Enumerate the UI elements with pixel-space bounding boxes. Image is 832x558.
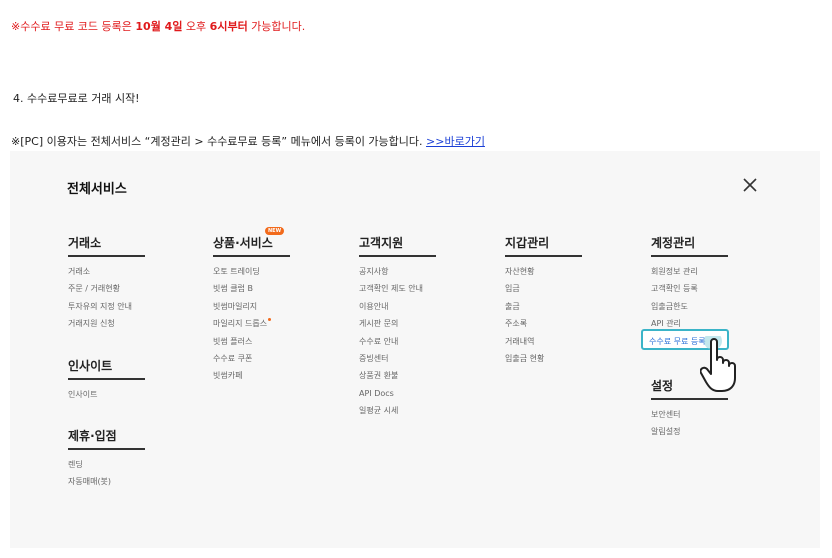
column-divider xyxy=(213,255,290,257)
column-heading-wrap: 상품·서비스 NEW xyxy=(213,227,293,250)
pc-note: ※[PC] 이용자는 전체서비스 “계정관리 > 수수료무료 등록” 메뉴에서 … xyxy=(11,133,485,149)
menu-item[interactable]: 오토 트레이딩 xyxy=(213,267,293,284)
menu-item-label: 마일리지 드롭스 xyxy=(213,319,268,329)
notice-prefix: ※수수료 무료 코드 등록은 xyxy=(11,20,136,33)
menu-column-wallet: 지갑관리 자산현황 입금 출금 주소록 거래내역 입출금 현황 xyxy=(505,234,585,371)
column-divider xyxy=(68,255,145,257)
menu-item[interactable]: 입금 xyxy=(505,284,585,301)
menu-column-support: 고객지원 공지사항 고객확인 제도 안내 이용안내 게시판 문의 수수료 안내 … xyxy=(359,234,439,424)
column-divider xyxy=(651,397,728,400)
menu-item[interactable]: 출금 xyxy=(505,302,585,319)
close-icon[interactable] xyxy=(741,176,759,194)
pc-note-text: ※[PC] 이용자는 전체서비스 “계정관리 > 수수료무료 등록” 메뉴에서 … xyxy=(11,135,427,148)
all-services-panel: 전체서비스 거래소 거래소 주문 / 거래현황 투자유의 지정 안내 거래지원 … xyxy=(10,151,820,548)
column-divider xyxy=(651,255,728,257)
column-heading: 계정관리 xyxy=(651,236,696,250)
menu-item[interactable]: 일평균 시세 xyxy=(359,406,439,423)
menu-item[interactable]: 고객확인 제도 안내 xyxy=(359,284,439,301)
shortcut-link[interactable]: >>바로가기 xyxy=(426,135,485,148)
menu-item[interactable]: 자산현황 xyxy=(505,267,585,284)
menu-item[interactable]: 거래소 xyxy=(68,267,148,284)
step-heading: 4. 수수료무료로 거래 시작! xyxy=(13,92,140,105)
menu-item[interactable]: 수수료 안내 xyxy=(359,337,439,354)
menu-item[interactable]: 보안센터 xyxy=(651,410,731,427)
menu-item[interactable]: 증빙센터 xyxy=(359,354,439,371)
menu-item[interactable]: 상품권 환불 xyxy=(359,371,439,388)
fee-free-registration-label: 수수료 무료 등록 xyxy=(649,337,706,346)
new-badge: NEW xyxy=(265,227,285,235)
column-heading: 인사이트 xyxy=(68,358,113,373)
notice-suffix: 가능합니다. xyxy=(247,20,306,33)
menu-item[interactable]: 빗썸카페 xyxy=(213,371,293,388)
column-divider xyxy=(68,377,145,380)
new-dot-icon xyxy=(268,318,272,322)
menu-column-exchange: 거래소 거래소 주문 / 거래현황 투자유의 지정 안내 거래지원 신청 인사이… xyxy=(68,234,148,495)
menu-item[interactable]: 주소록 xyxy=(505,319,585,336)
menu-item[interactable]: 입출금한도 xyxy=(651,302,731,319)
notice-registration-time: ※수수료 무료 코드 등록은 10월 4일 오후 6시부터 가능합니다. xyxy=(11,18,305,34)
menu-item[interactable]: 입출금 현황 xyxy=(505,354,585,371)
menu-item[interactable]: 렌딩 xyxy=(68,460,148,477)
hand-pointer-icon xyxy=(700,336,736,392)
menu-item[interactable]: 알림설정 xyxy=(651,427,731,444)
column-heading: 거래소 xyxy=(68,236,102,250)
menu-item[interactable]: 고객확인 등록 xyxy=(651,284,731,301)
panel-title: 전체서비스 xyxy=(67,182,127,197)
menu-column-products: 상품·서비스 NEW 오토 트레이딩 빗썸 클럽 B 빗썸마일리지 마일리지 드… xyxy=(213,227,293,389)
menu-item-mileage-drops[interactable]: 마일리지 드롭스 xyxy=(213,318,293,336)
column-divider xyxy=(505,255,582,257)
menu-item[interactable]: 투자유의 지정 안내 xyxy=(68,302,148,319)
menu-item[interactable]: 거래지원 신청 xyxy=(68,319,148,336)
menu-item[interactable]: 자동매매(봇) xyxy=(68,477,148,494)
column-heading: 제휴·입점 xyxy=(68,428,117,443)
column-heading: 고객지원 xyxy=(359,236,404,250)
menu-item[interactable]: 수수료 쿠폰 xyxy=(213,354,293,371)
notice-mid: 오후 xyxy=(182,20,210,33)
menu-item[interactable]: 빗썸마일리지 xyxy=(213,302,293,319)
menu-item[interactable]: 인사이트 xyxy=(68,390,148,407)
menu-item[interactable]: 주문 / 거래현황 xyxy=(68,284,148,301)
column-heading: 지갑관리 xyxy=(505,236,550,250)
menu-item[interactable]: 회원정보 관리 xyxy=(651,267,731,284)
menu-item[interactable]: 게시판 문의 xyxy=(359,319,439,336)
column-divider xyxy=(359,255,436,257)
menu-item[interactable]: 거래내역 xyxy=(505,337,585,354)
column-heading: 상품·서비스 xyxy=(213,236,273,250)
notice-time: 6시부터 xyxy=(209,20,248,33)
menu-item[interactable]: API Docs xyxy=(359,389,439,406)
menu-item[interactable]: 이용안내 xyxy=(359,302,439,319)
menu-item[interactable]: 빗썸 플러스 xyxy=(213,337,293,354)
column-divider xyxy=(68,447,145,450)
notice-date: 10월 4일 xyxy=(135,20,183,33)
menu-item[interactable]: 빗썸 클럽 B xyxy=(213,284,293,301)
menu-item[interactable]: 공지사항 xyxy=(359,267,439,284)
